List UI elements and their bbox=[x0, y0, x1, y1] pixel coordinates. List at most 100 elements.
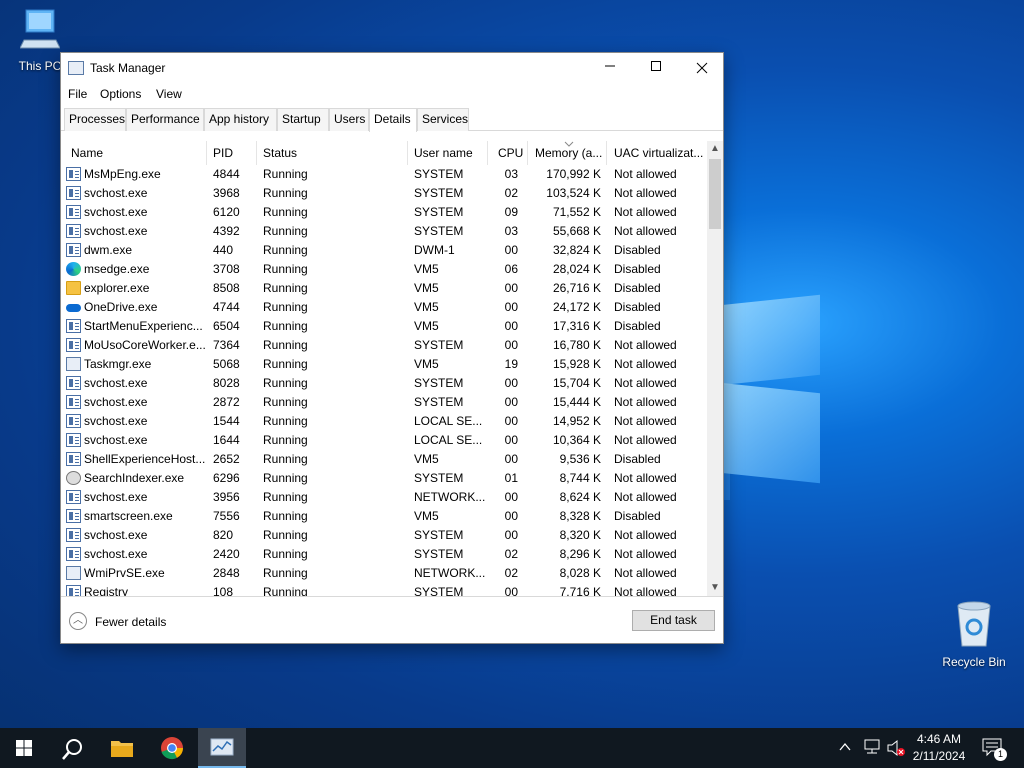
cell-pid: 440 bbox=[213, 243, 234, 257]
cell-name: OneDrive.exe bbox=[84, 300, 158, 314]
cell-user: SYSTEM bbox=[414, 224, 464, 238]
column-header-user-name[interactable]: User name bbox=[408, 141, 488, 165]
menu-options[interactable]: Options bbox=[100, 87, 141, 101]
column-header-cpu[interactable]: CPU bbox=[488, 141, 528, 165]
cell-mem: 15,444 K bbox=[552, 395, 601, 409]
desktop-icon-recycle-bin[interactable]: Recycle Bin bbox=[938, 600, 1010, 669]
title-bar[interactable]: Task Manager bbox=[61, 53, 723, 83]
tab-services[interactable]: Services bbox=[417, 108, 469, 131]
cell-cpu: 02 bbox=[504, 547, 518, 561]
taskbar-chrome[interactable] bbox=[148, 728, 196, 768]
minimize-button[interactable] bbox=[587, 53, 633, 83]
table-row[interactable]: svchost.exe 4392 Running SYSTEM 03 55,668 K No… bbox=[61, 222, 707, 241]
table-row[interactable]: WmiPrvSE.exe 2848 Running NETWORK... 02 8,028… bbox=[61, 564, 707, 583]
table-row[interactable]: svchost.exe 8028 Running SYSTEM 00 15,704 K No… bbox=[61, 374, 707, 393]
vertical-scrollbar[interactable]: ▲ ▼ bbox=[707, 141, 723, 596]
column-header-name[interactable]: Name bbox=[61, 141, 207, 165]
cell-uac: Disabled bbox=[614, 262, 661, 276]
wallpaper-logo-pane-bottom bbox=[720, 382, 820, 484]
cell-mem: 14,952 K bbox=[552, 414, 601, 428]
scroll-down-arrow-icon[interactable]: ▼ bbox=[707, 580, 723, 596]
cell-pid: 1544 bbox=[213, 414, 240, 428]
table-row[interactable]: smartscreen.exe 7556 Running VM5 00 8,328 K Di… bbox=[61, 507, 707, 526]
close-button[interactable] bbox=[679, 53, 725, 83]
cell-user: NETWORK... bbox=[414, 490, 486, 504]
tab-processes[interactable]: Processes bbox=[64, 108, 126, 131]
tab-startup[interactable]: Startup bbox=[277, 108, 329, 131]
table-row[interactable]: dwm.exe 440 Running DWM-1 00 32,824 K Disabled bbox=[61, 241, 707, 260]
column-header-status[interactable]: Status bbox=[257, 141, 408, 165]
table-row[interactable]: ShellExperienceHost.... 2652 Running VM5 00 9… bbox=[61, 450, 707, 469]
clock-date[interactable]: 2/11/2024 bbox=[906, 749, 972, 763]
cell-status: Running bbox=[263, 300, 308, 314]
table-row[interactable]: svchost.exe 2872 Running SYSTEM 00 15,444 K No… bbox=[61, 393, 707, 412]
cell-status: Running bbox=[263, 433, 308, 447]
cell-status: Running bbox=[263, 509, 308, 523]
column-header-uac-virtualization[interactable]: UAC virtualizat... bbox=[607, 141, 707, 165]
table-row[interactable]: svchost.exe 1544 Running LOCAL SE... 00 14,95… bbox=[61, 412, 707, 431]
table-row[interactable]: MoUsoCoreWorker.e... 7364 Running SYSTEM 00 1… bbox=[61, 336, 707, 355]
maximize-button[interactable] bbox=[633, 53, 679, 83]
desktop-icon-label: Recycle Bin bbox=[942, 655, 1006, 669]
cell-uac: Not allowed bbox=[614, 167, 677, 181]
cell-name: StartMenuExperienc... bbox=[84, 319, 203, 333]
tab-performance[interactable]: Performance bbox=[126, 108, 204, 131]
column-header-pid[interactable]: PID bbox=[207, 141, 257, 165]
generic-process-icon bbox=[66, 319, 81, 333]
clock-time[interactable]: 4:46 AM bbox=[906, 732, 972, 746]
volume-muted-icon[interactable] bbox=[886, 739, 906, 757]
cell-status: Running bbox=[263, 281, 308, 295]
cell-status: Running bbox=[263, 224, 308, 238]
taskbar-task-manager[interactable] bbox=[198, 728, 246, 768]
table-row[interactable]: MsMpEng.exe 4844 Running SYSTEM 03 170,992 K N… bbox=[61, 165, 707, 184]
cell-pid: 108 bbox=[213, 585, 234, 596]
table-row[interactable]: msedge.exe 3708 Running VM5 06 28,024 K Disabl… bbox=[61, 260, 707, 279]
table-row[interactable]: svchost.exe 6120 Running SYSTEM 09 71,552 K No… bbox=[61, 203, 707, 222]
table-row[interactable]: svchost.exe 820 Running SYSTEM 00 8,320 K Not … bbox=[61, 526, 707, 545]
tab-details[interactable]: Details bbox=[369, 108, 417, 132]
end-task-button[interactable]: End task bbox=[632, 610, 715, 631]
cell-pid: 3956 bbox=[213, 490, 240, 504]
generic-process-icon bbox=[66, 490, 81, 504]
table-row[interactable]: OneDrive.exe 4744 Running VM5 00 24,172 K Disa… bbox=[61, 298, 707, 317]
close-icon bbox=[696, 62, 708, 74]
cell-status: Running bbox=[263, 471, 308, 485]
cell-user: VM5 bbox=[414, 281, 439, 295]
fewer-details-link[interactable]: Fewer details bbox=[95, 615, 166, 629]
table-row[interactable]: svchost.exe 1644 Running LOCAL SE... 00 10,36… bbox=[61, 431, 707, 450]
table-row[interactable]: StartMenuExperienc... 6504 Running VM5 00 17,… bbox=[61, 317, 707, 336]
cell-name: MoUsoCoreWorker.e... bbox=[84, 338, 206, 352]
cell-uac: Not allowed bbox=[614, 566, 677, 580]
scrollbar-thumb[interactable] bbox=[709, 159, 721, 229]
table-row[interactable]: explorer.exe 8508 Running VM5 00 26,716 K Disa… bbox=[61, 279, 707, 298]
cell-uac: Not allowed bbox=[614, 376, 677, 390]
cell-mem: 170,992 K bbox=[546, 167, 601, 181]
table-row[interactable]: svchost.exe 3956 Running NETWORK... 00 8,624 … bbox=[61, 488, 707, 507]
menu-file[interactable]: File bbox=[68, 87, 87, 101]
chevron-up-icon[interactable]: ︿ bbox=[69, 612, 87, 630]
cell-user: VM5 bbox=[414, 319, 439, 333]
table-row[interactable]: svchost.exe 3968 Running SYSTEM 02 103,524 K N… bbox=[61, 184, 707, 203]
start-button[interactable] bbox=[0, 728, 48, 768]
tab-users[interactable]: Users bbox=[329, 108, 369, 131]
cell-mem: 9,536 K bbox=[559, 452, 601, 466]
action-center-button[interactable]: 1 bbox=[978, 736, 1008, 762]
search-button[interactable] bbox=[48, 728, 96, 768]
cell-name: explorer.exe bbox=[84, 281, 150, 295]
chevron-up-icon[interactable] bbox=[839, 742, 851, 752]
scroll-up-arrow-icon[interactable]: ▲ bbox=[707, 141, 723, 157]
taskbar-file-explorer[interactable] bbox=[98, 728, 146, 768]
network-icon[interactable] bbox=[863, 739, 881, 755]
maximize-icon bbox=[651, 61, 661, 71]
tab-app-history[interactable]: App history bbox=[204, 108, 277, 131]
generic-process-icon bbox=[66, 167, 81, 181]
task-manager-window: Task Manager File Options View Processes… bbox=[60, 52, 724, 644]
cell-uac: Not allowed bbox=[614, 547, 677, 561]
table-row[interactable]: Registry 108 Running SYSTEM 00 7,716 K Not all… bbox=[61, 583, 707, 596]
menu-view[interactable]: View bbox=[156, 87, 182, 101]
cell-cpu: 03 bbox=[504, 167, 518, 181]
table-row[interactable]: Taskmgr.exe 5068 Running VM5 19 15,928 K Not a… bbox=[61, 355, 707, 374]
table-row[interactable]: svchost.exe 2420 Running SYSTEM 02 8,296 K Not… bbox=[61, 545, 707, 564]
table-row[interactable]: SearchIndexer.exe 6296 Running SYSTEM 01 8,74… bbox=[61, 469, 707, 488]
cell-mem: 10,364 K bbox=[552, 433, 601, 447]
